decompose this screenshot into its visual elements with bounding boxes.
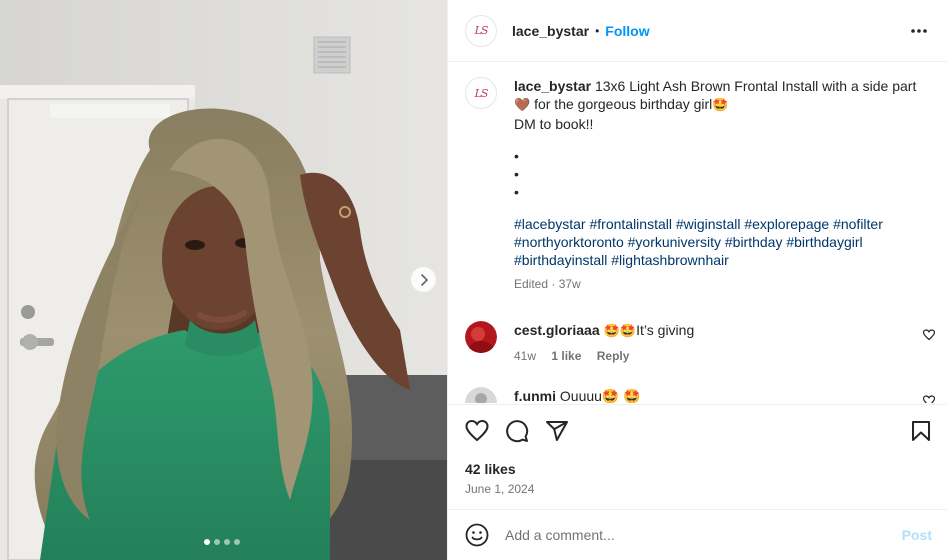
comment-text: It’s giving (636, 322, 695, 338)
like-comment-heart-icon[interactable] (923, 395, 935, 403)
caption-body: lace_bystar 13x6 Light Ash Brown Frontal… (514, 77, 924, 293)
caption-line-3: DM to book!! (514, 116, 594, 132)
portrait-image (0, 0, 447, 560)
comment-item: f.unmi Ouuuu🤩 🤩 (465, 387, 935, 403)
action-icons (465, 419, 569, 443)
reply-button[interactable]: Reply (597, 349, 630, 363)
author-avatar[interactable]: LS (465, 14, 497, 47)
post-photo[interactable] (0, 0, 447, 560)
likes-count[interactable]: 42 likes (465, 461, 516, 477)
caption-username[interactable]: lace_bystar (514, 78, 591, 94)
brown-heart-emoji: 🤎 (514, 98, 531, 113)
comment-meta: 41w 1 like Reply (514, 347, 694, 365)
header-separator: • (595, 23, 600, 38)
comment-username[interactable]: cest.gloriaaa (514, 322, 600, 338)
caption-bullets: • • • (514, 147, 924, 201)
caption-line-2: for the gorgeous birthday girl (530, 96, 713, 112)
comment-input[interactable] (505, 527, 885, 543)
emoji-picker-icon[interactable] (465, 523, 489, 547)
brand-logo: LS (474, 86, 489, 100)
meta-dot: · (548, 277, 559, 291)
comment-emojis: 🤩🤩 (599, 324, 637, 339)
caption-hashtags[interactable]: #lacebystar #frontalinstall #wiginstall … (514, 215, 924, 269)
caption-line-1: 13x6 Light Ash Brown Frontal Install wit… (591, 78, 917, 94)
post-date: June 1, 2024 (465, 482, 535, 496)
carousel-indicator (204, 539, 240, 545)
chevron-right-icon (420, 273, 428, 286)
post-side-panel: LS lace_bystar • Follow LS lace_bystar 1… (447, 0, 947, 560)
next-slide-button[interactable] (411, 267, 436, 292)
comment-body: cest.gloriaaa 🤩🤩It’s giving 41w 1 like R… (514, 321, 694, 365)
carousel-dot (214, 539, 220, 545)
bullet: • (514, 184, 519, 200)
comment-bubble-icon[interactable] (505, 419, 529, 443)
save-bookmark-icon[interactable] (909, 419, 933, 443)
carousel-dot (234, 539, 240, 545)
caption-age: 37w (558, 277, 581, 291)
star-struck-emoji: 🤩 (712, 98, 729, 113)
comment-likes[interactable]: 1 like (551, 349, 581, 363)
caption: LS lace_bystar 13x6 Light Ash Brown Fron… (465, 77, 924, 293)
comment-username[interactable]: f.unmi (514, 388, 556, 403)
comment-item: cest.gloriaaa 🤩🤩It’s giving 41w 1 like R… (465, 321, 935, 365)
caption-meta: Edited · 37w (514, 275, 924, 293)
like-comment-heart-icon[interactable] (923, 329, 935, 341)
comment-body: f.unmi Ouuuu🤩 🤩 (514, 387, 641, 403)
comments-section[interactable]: LS lace_bystar 13x6 Light Ash Brown Fron… (448, 63, 947, 403)
instagram-post-modal: LS lace_bystar • Follow LS lace_bystar 1… (0, 0, 947, 560)
comment-composer: Post (448, 509, 947, 560)
author-username[interactable]: lace_bystar (512, 23, 589, 39)
post-comment-button[interactable]: Post (902, 527, 932, 543)
bullet: • (514, 166, 519, 182)
like-heart-icon[interactable] (465, 419, 489, 443)
carousel-dot (204, 539, 210, 545)
caption-avatar[interactable]: LS (465, 77, 497, 109)
bullet: • (514, 148, 519, 164)
follow-button[interactable]: Follow (605, 23, 649, 39)
share-paper-plane-icon[interactable] (545, 419, 569, 443)
action-bar: 42 likes June 1, 2024 (448, 404, 947, 509)
more-horizontal-icon[interactable] (910, 22, 928, 40)
commenter-avatar[interactable] (465, 321, 497, 353)
edited-label: Edited (514, 277, 549, 291)
comment-text: Ouuuu🤩 🤩 (556, 388, 641, 403)
comment-age: 41w (514, 349, 537, 363)
brand-logo: LS (474, 24, 489, 37)
post-header: LS lace_bystar • Follow (448, 0, 947, 62)
commenter-avatar[interactable] (465, 387, 497, 403)
carousel-dot (224, 539, 230, 545)
